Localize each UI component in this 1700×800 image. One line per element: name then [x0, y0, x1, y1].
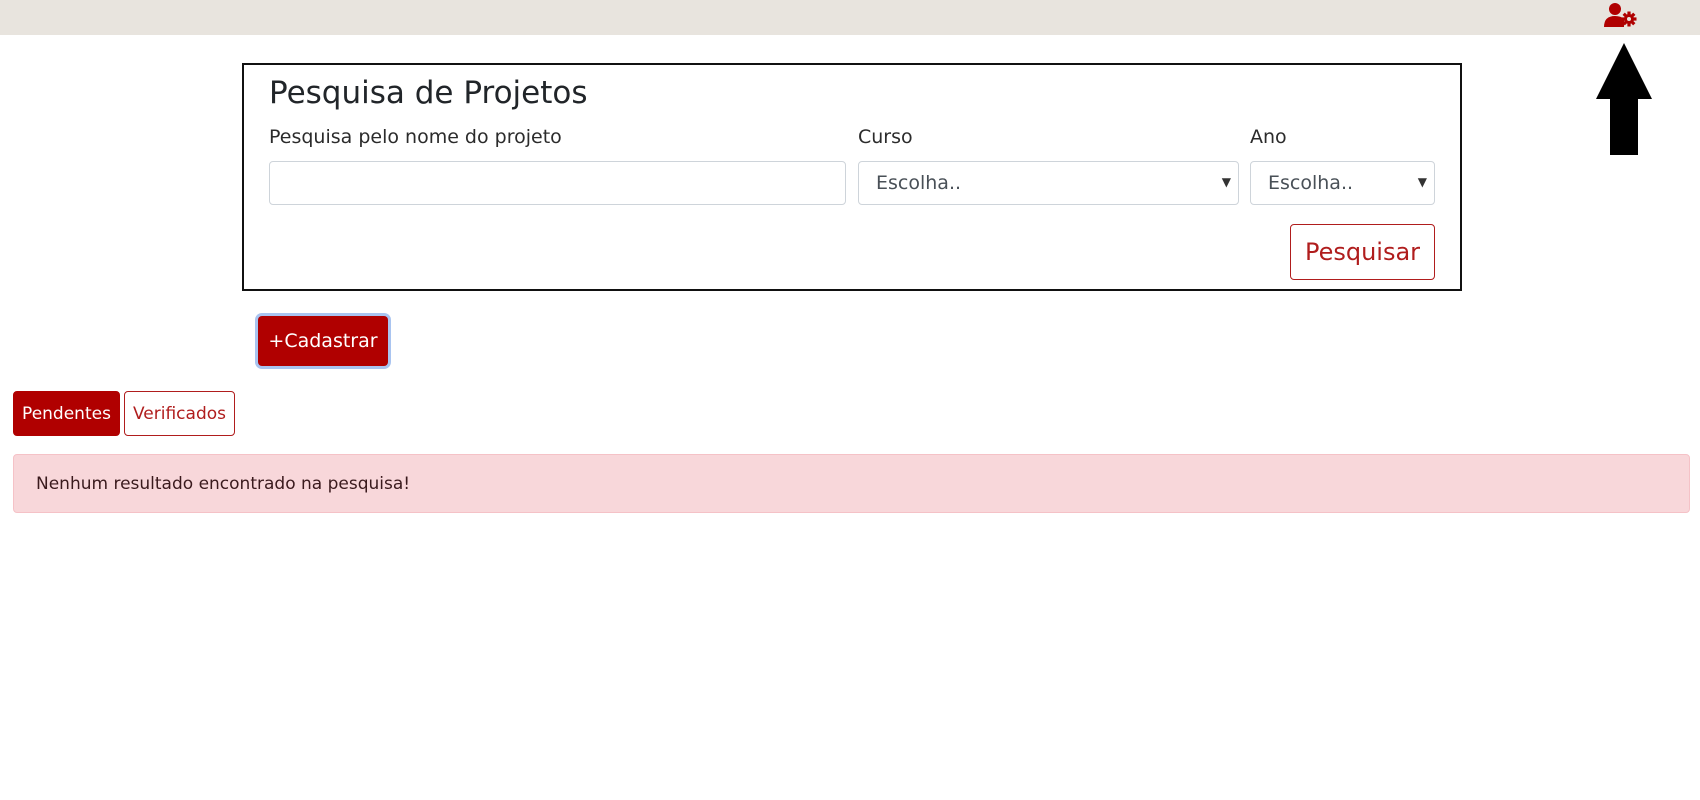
no-results-alert: Nenhum resultado encontrado na pesquisa! [13, 454, 1690, 513]
page-title: Pesquisa de Projetos [269, 75, 588, 111]
no-results-message: Nenhum resultado encontrado na pesquisa! [36, 474, 411, 494]
ano-select[interactable]: Escolha.. ▼ [1250, 161, 1435, 205]
add-project-button[interactable]: +Cadastrar [258, 316, 388, 366]
caret-down-icon: ▼ [1417, 175, 1427, 189]
project-name-label: Pesquisa pelo nome do projeto [269, 126, 562, 148]
ano-label: Ano [1250, 126, 1287, 148]
curso-select-value: Escolha.. [876, 172, 962, 194]
caret-down-icon: ▼ [1221, 175, 1231, 189]
user-gear-icon[interactable] [1602, 1, 1638, 29]
top-navbar [0, 0, 1700, 35]
arrow-up-icon [1596, 43, 1652, 155]
ano-select-value: Escolha.. [1268, 172, 1354, 194]
search-button[interactable]: Pesquisar [1290, 224, 1435, 280]
project-search-panel: Pesquisa de Projetos Pesquisa pelo nome … [242, 63, 1462, 291]
curso-select[interactable]: Escolha.. ▼ [858, 161, 1239, 205]
project-name-input[interactable] [269, 161, 846, 205]
tab-verificados[interactable]: Verificados [124, 391, 235, 436]
tab-pendentes[interactable]: Pendentes [13, 391, 120, 436]
curso-label: Curso [858, 126, 913, 148]
